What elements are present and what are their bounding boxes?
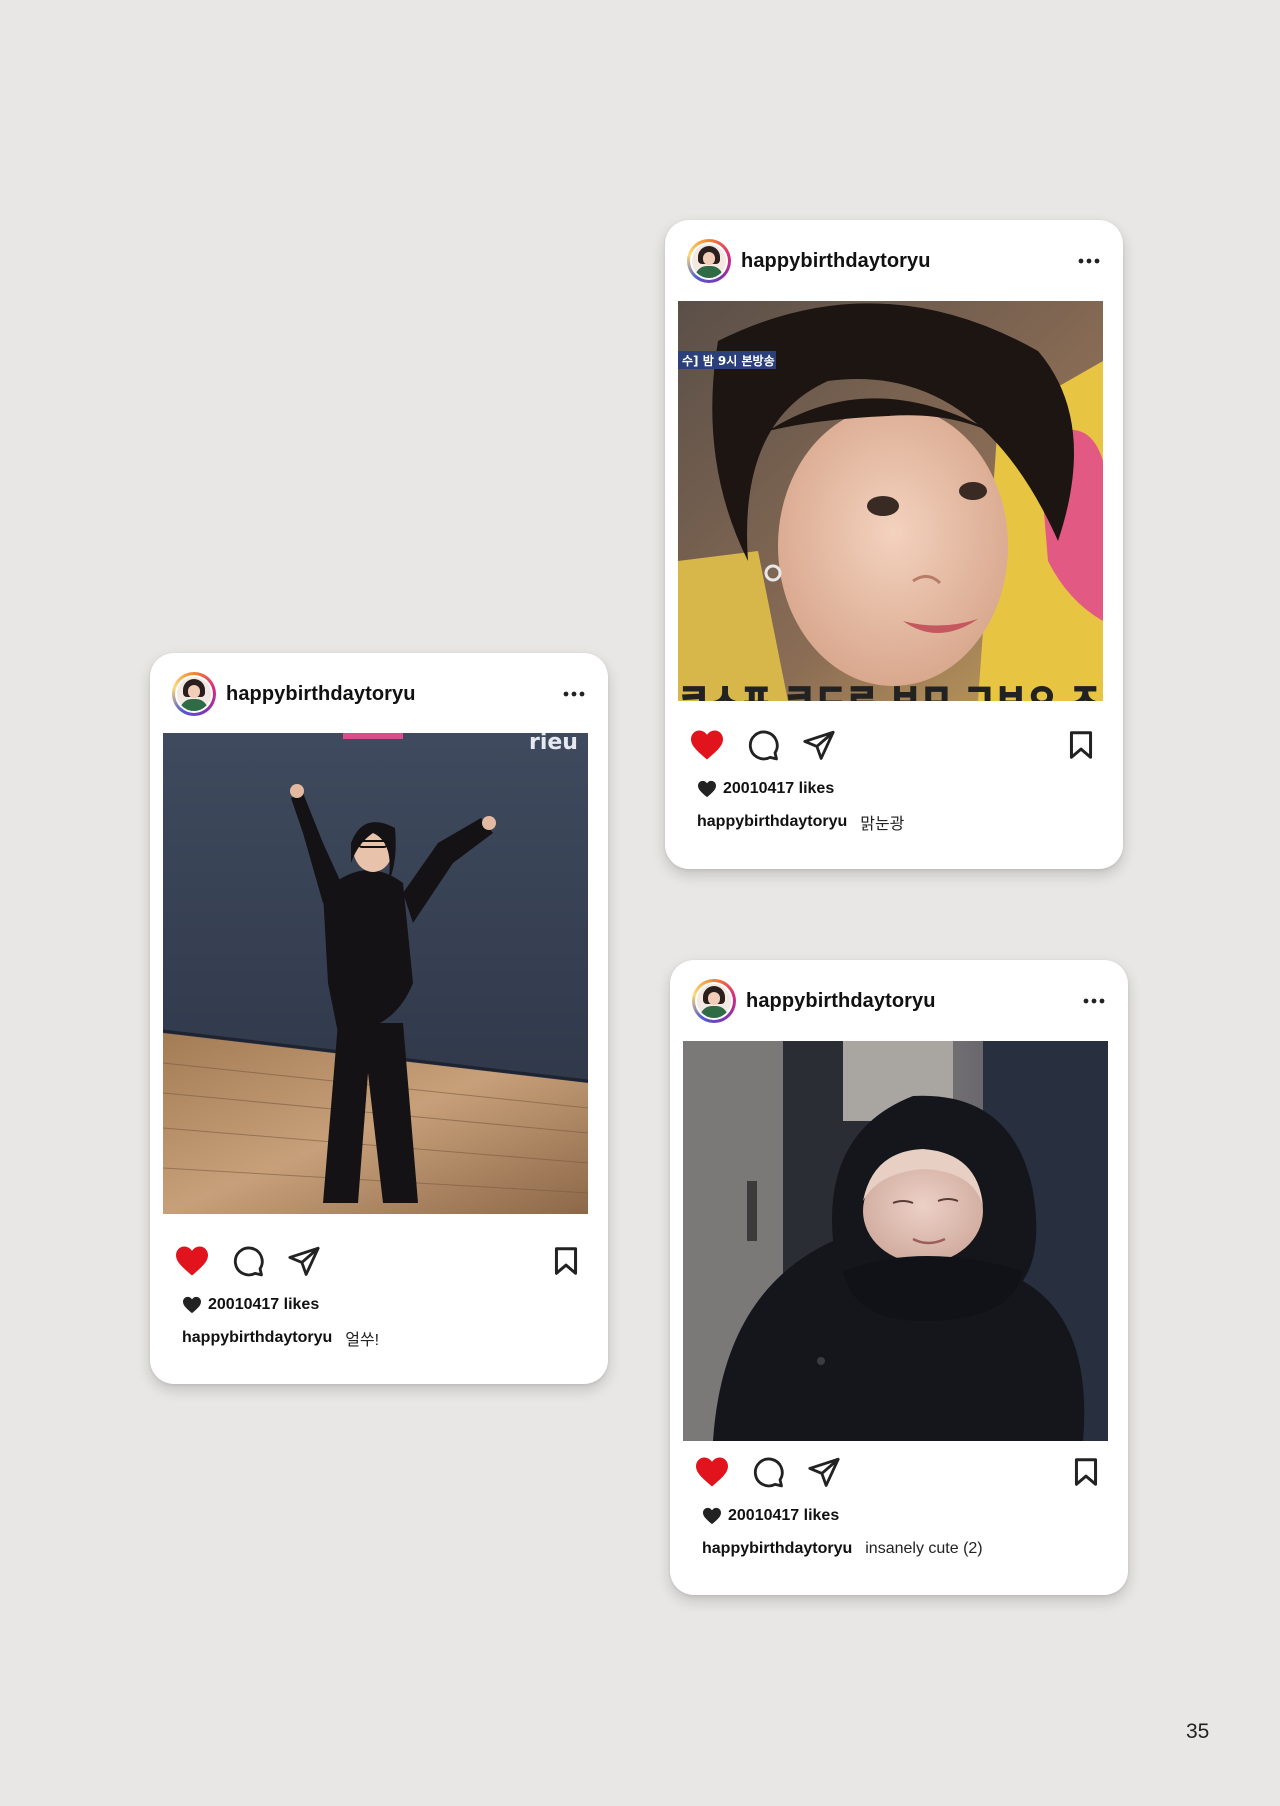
caption-username[interactable]: happybirthdaytoryu — [702, 1540, 852, 1558]
like-heart-icon[interactable] — [687, 725, 727, 765]
caption: happybirthdaytoryu 맑눈광 — [697, 810, 904, 834]
post-card: happybirthdaytoryu — [665, 220, 1123, 869]
share-send-icon[interactable] — [284, 1241, 324, 1281]
post-header: happybirthdaytoryu — [172, 671, 586, 717]
bookmark-icon[interactable] — [1061, 725, 1101, 765]
share-send-icon[interactable] — [804, 1452, 844, 1492]
post-actions — [687, 725, 1101, 765]
likes-count[interactable]: 20010417 likes — [182, 1293, 319, 1317]
avatar[interactable] — [692, 979, 736, 1023]
comment-icon[interactable] — [748, 1452, 788, 1492]
likes-count[interactable]: 20010417 likes — [702, 1504, 839, 1528]
post-header: happybirthdaytoryu — [692, 978, 1106, 1024]
post-header: happybirthdaytoryu — [687, 238, 1101, 284]
like-heart-icon[interactable] — [692, 1452, 732, 1492]
likes-heart-icon — [698, 780, 716, 798]
post-actions — [692, 1452, 1106, 1492]
likes-text: 20010417 likes — [728, 1507, 840, 1524]
more-horizontal-icon[interactable] — [1082, 989, 1106, 1013]
likes-text: 20010417 likes — [208, 1296, 320, 1313]
caption-text: insanely cute (2) — [865, 1540, 983, 1557]
caption-text: 얼쑤! — [345, 1332, 380, 1349]
comment-icon[interactable] — [228, 1241, 268, 1281]
post-username[interactable]: happybirthdaytoryu — [746, 990, 1082, 1013]
post-card: happybirthdaytoryu — [670, 960, 1128, 1595]
post-actions — [172, 1241, 586, 1281]
caption-username[interactable]: happybirthdaytoryu — [182, 1329, 332, 1347]
likes-heart-icon — [703, 1507, 721, 1525]
likes-heart-icon — [183, 1296, 201, 1314]
avatar[interactable] — [687, 239, 731, 283]
post-photo[interactable]: 수] 밤 9시 본방송 ㅋㅅㅍ ㅋㄷㄹ ㅂㅁ ㄱㅂㅇ ㅈㄱ — [678, 301, 1103, 701]
image-subtitle-text: ㅋㅅㅍ ㅋㄷㄹ ㅂㅁ ㄱㅂㅇ ㅈㄱ — [678, 678, 1103, 701]
more-horizontal-icon[interactable] — [562, 682, 586, 706]
caption: happybirthdaytoryu 얼쑤! — [182, 1326, 379, 1350]
avatar[interactable] — [172, 672, 216, 716]
more-horizontal-icon[interactable] — [1077, 249, 1101, 273]
caption-username[interactable]: happybirthdaytoryu — [697, 813, 847, 831]
post-username[interactable]: happybirthdaytoryu — [741, 250, 1077, 273]
likes-count[interactable]: 20010417 likes — [697, 777, 834, 801]
image-overlay-text: 수] 밤 9시 본방송 — [682, 353, 775, 368]
post-photo[interactable] — [683, 1041, 1108, 1441]
bookmark-icon[interactable] — [546, 1241, 586, 1281]
post-username[interactable]: happybirthdaytoryu — [226, 683, 562, 706]
page-number: 35 — [1186, 1720, 1210, 1743]
likes-text: 20010417 likes — [723, 780, 835, 797]
like-heart-icon[interactable] — [172, 1241, 212, 1281]
post-card: happybirthdaytoryu — [150, 653, 608, 1384]
bookmark-icon[interactable] — [1066, 1452, 1106, 1492]
post-photo[interactable]: rieu — [163, 733, 588, 1214]
image-sign-text: rieu — [529, 733, 578, 755]
comment-icon[interactable] — [743, 725, 783, 765]
caption-text: 맑눈광 — [860, 816, 905, 833]
share-send-icon[interactable] — [799, 725, 839, 765]
caption: happybirthdaytoryu insanely cute (2) — [702, 1537, 983, 1561]
